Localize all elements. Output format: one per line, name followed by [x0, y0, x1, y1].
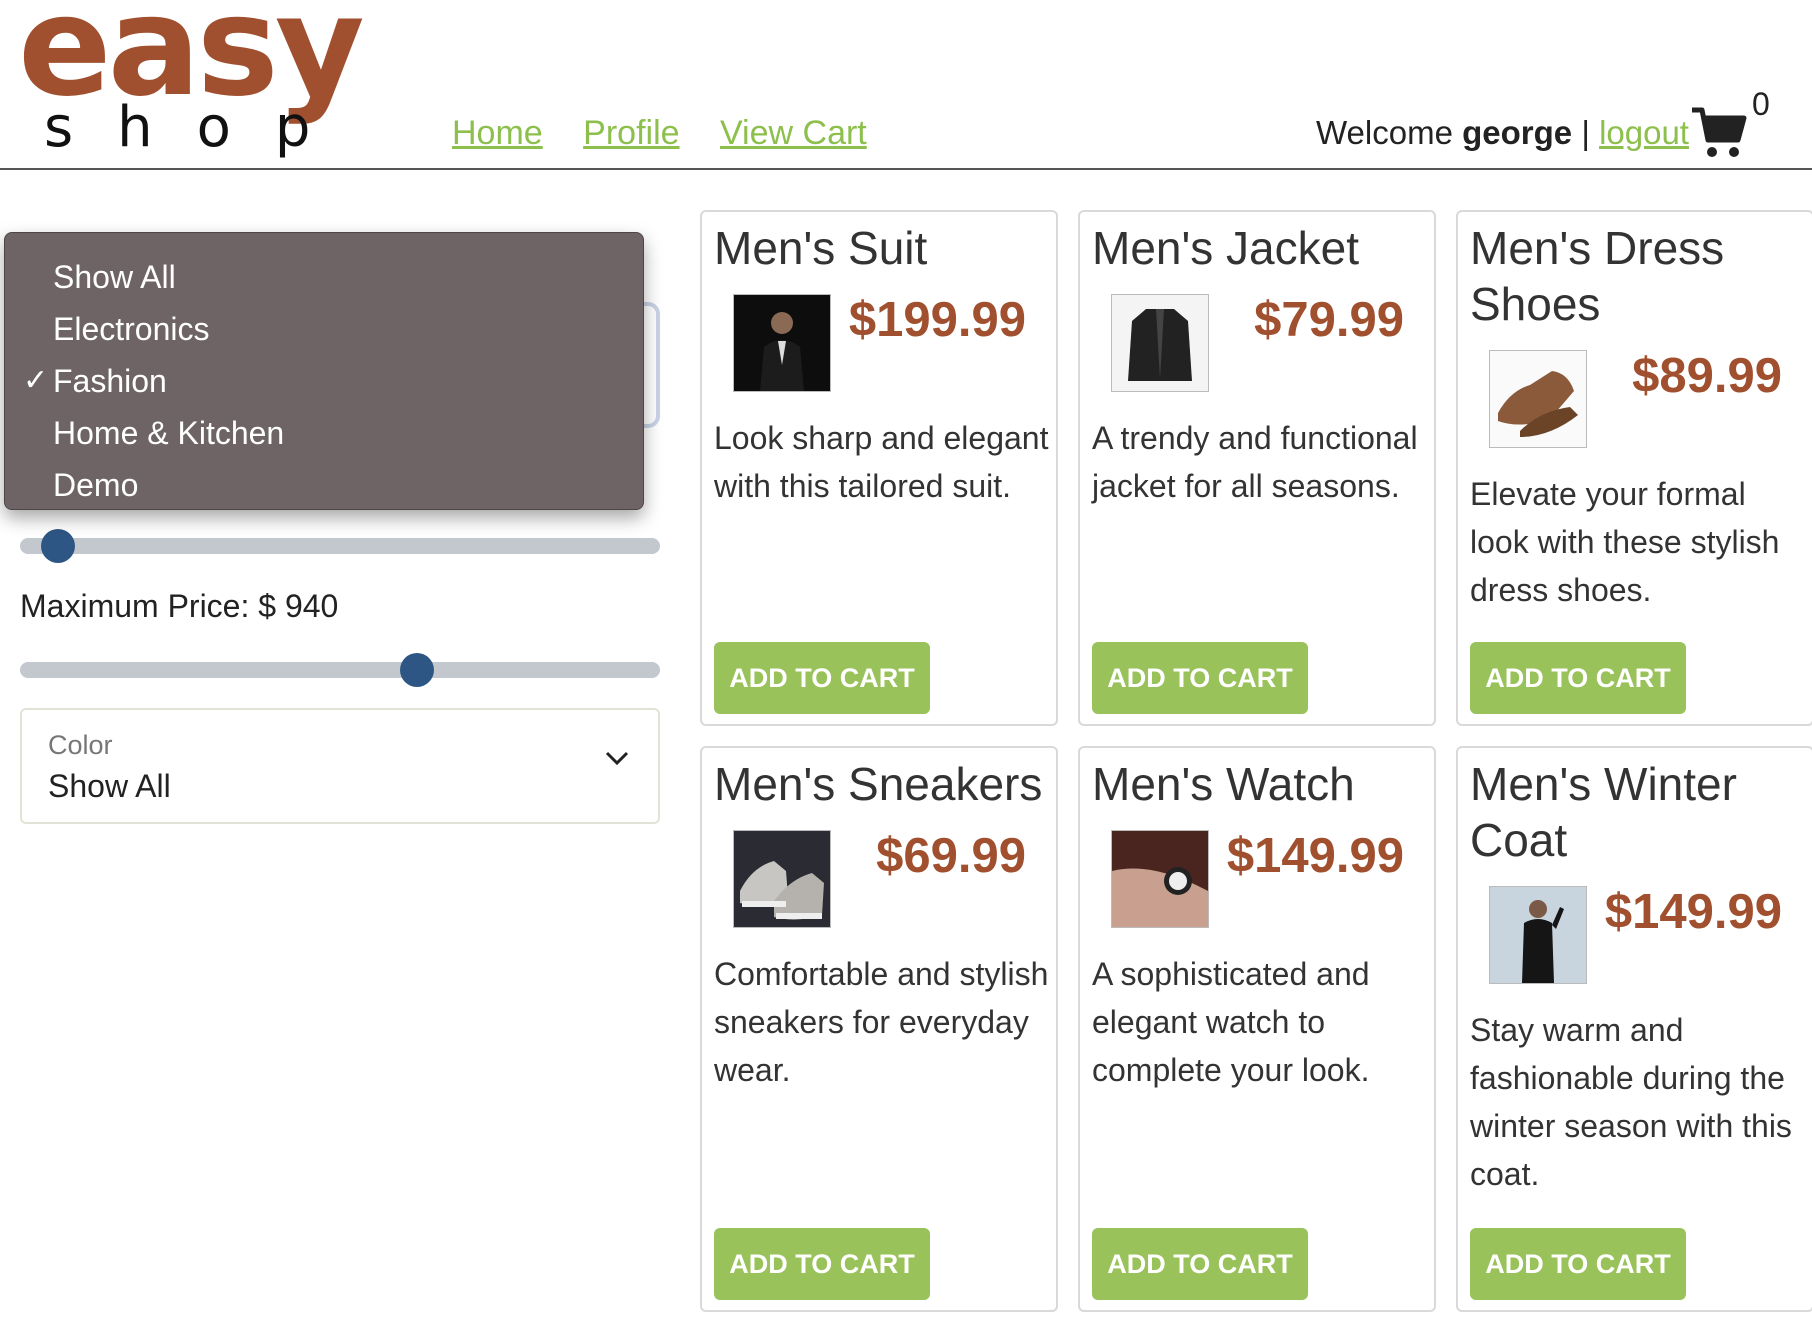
category-option-home-kitchen[interactable]: Home & Kitchen — [5, 407, 643, 459]
logo-shop-text: shop — [44, 95, 355, 160]
option-label: Electronics — [53, 311, 210, 347]
product-description: A sophisticated and elegant watch to com… — [1092, 956, 1370, 1088]
product-image-watch[interactable] — [1111, 830, 1209, 928]
color-select[interactable]: Color Show All — [20, 708, 660, 824]
product-name: Men's Suit — [714, 222, 928, 274]
product-description: Stay warm and fashionable during the win… — [1470, 1012, 1792, 1192]
max-price-label: Maximum Price: $ 940 — [20, 588, 339, 624]
add-to-cart-button[interactable]: ADD TO CART — [714, 1228, 930, 1300]
min-price-slider[interactable] — [20, 529, 660, 563]
category-dropdown-menu: Show All Electronics ✓ Fashion Home & Ki… — [4, 232, 644, 510]
category-option-show-all[interactable]: Show All — [5, 251, 643, 303]
product-image-dress-shoes[interactable] — [1489, 350, 1587, 448]
product-card: Men's Watch $149.99 A sophisticated and … — [1078, 746, 1436, 1312]
option-label: Fashion — [53, 363, 167, 399]
nav-home-link[interactable]: Home — [452, 114, 543, 152]
category-option-electronics[interactable]: Electronics — [5, 303, 643, 355]
max-price-slider[interactable] — [20, 653, 660, 687]
welcome-message: Welcome george | logout — [1316, 114, 1689, 152]
product-name: Men's Dress Shoes — [1470, 222, 1725, 330]
product-card: Men's Jacket $79.99 A trendy and functio… — [1078, 210, 1436, 726]
main-nav: Home Profile View Cart — [452, 114, 903, 153]
color-select-label: Color — [48, 730, 113, 760]
product-name: Men's Watch — [1092, 758, 1355, 810]
product-image-jacket[interactable] — [1111, 294, 1209, 392]
nav-view-cart-link[interactable]: View Cart — [720, 114, 867, 152]
min-price-slider-thumb[interactable] — [41, 529, 76, 563]
product-price: $79.99 — [1254, 293, 1404, 347]
nav-profile-link[interactable]: Profile — [583, 114, 679, 152]
max-price-slider-thumb[interactable] — [399, 653, 434, 687]
option-label: Home & Kitchen — [53, 415, 285, 451]
product-image-winter-coat[interactable] — [1489, 886, 1587, 984]
product-description: Elevate your formal look with these styl… — [1470, 476, 1780, 608]
separator: | — [1581, 114, 1590, 151]
add-to-cart-button[interactable]: ADD TO CART — [1470, 1228, 1686, 1300]
product-image-suit[interactable] — [733, 294, 831, 392]
logout-link[interactable]: logout — [1599, 114, 1689, 151]
product-description: Look sharp and elegant with this tailore… — [714, 420, 1049, 504]
header-divider — [0, 168, 1812, 170]
product-card: Men's Suit $199.99 Look sharp and elegan… — [700, 210, 1058, 726]
welcome-prefix: Welcome — [1316, 114, 1453, 151]
add-to-cart-button[interactable]: ADD TO CART — [1092, 642, 1308, 714]
product-name: Men's Jacket — [1092, 222, 1359, 274]
add-to-cart-button[interactable]: ADD TO CART — [1470, 642, 1686, 714]
color-select-value: Show All — [48, 768, 171, 804]
product-card: Men's Dress Shoes $89.99 Elevate your fo… — [1456, 210, 1812, 726]
product-name: Men's Sneakers — [714, 758, 1043, 810]
chevron-down-icon — [605, 751, 629, 766]
cart-count: 0 — [1752, 86, 1770, 122]
product-card: Men's Sneakers $69.99 Comfortable and st… — [700, 746, 1058, 1312]
option-label: Show All — [53, 259, 176, 295]
category-option-fashion[interactable]: ✓ Fashion — [5, 355, 643, 407]
product-description: Comfortable and stylish sneakers for eve… — [714, 956, 1049, 1088]
username: george — [1462, 114, 1573, 151]
option-label: Demo — [53, 467, 139, 503]
checkmark-icon: ✓ — [23, 364, 49, 397]
product-image-sneakers[interactable] — [733, 830, 831, 928]
product-price: $149.99 — [1226, 829, 1404, 883]
product-description: A trendy and functional jacket for all s… — [1092, 420, 1418, 504]
product-card: Men's Winter Coat $149.99 Stay warm and … — [1456, 746, 1812, 1312]
cart-icon[interactable] — [1690, 106, 1748, 160]
add-to-cart-button[interactable]: ADD TO CART — [1092, 1228, 1308, 1300]
product-price: $89.99 — [1632, 349, 1782, 403]
product-price: $199.99 — [848, 293, 1026, 347]
product-name: Men's Winter Coat — [1470, 758, 1737, 866]
category-option-demo[interactable]: Demo — [5, 459, 643, 511]
product-price: $149.99 — [1604, 885, 1782, 939]
product-price: $69.99 — [876, 829, 1026, 883]
add-to-cart-button[interactable]: ADD TO CART — [714, 642, 930, 714]
